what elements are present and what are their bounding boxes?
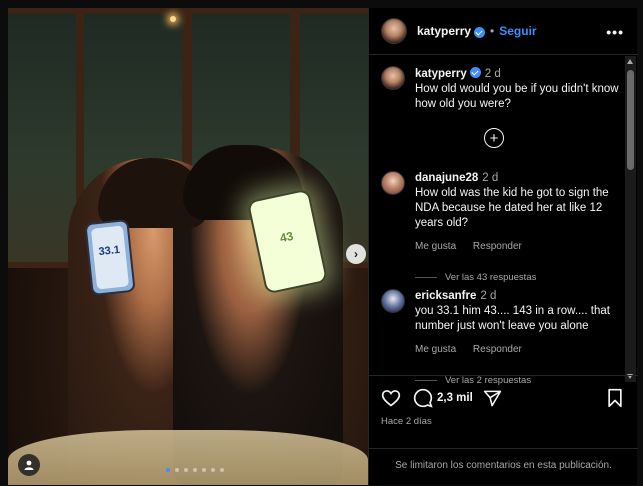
comment-icon[interactable] [413,388,433,408]
comment-text: you 33.1 him 43.... 143 in a row.... tha… [415,305,610,332]
heart-icon[interactable] [381,388,401,408]
carousel-dot[interactable] [184,468,188,472]
scroll-up-arrow[interactable] [627,59,633,64]
comment-username[interactable]: katyperry [415,68,467,80]
carousel-dot[interactable] [175,468,179,472]
share-icon[interactable] [483,389,502,408]
next-photo-button[interactable]: › [346,244,366,264]
caption: katyperry 2 d How old would you be if you… [381,66,621,112]
comment-text: How old was the kid he got to sign the N… [415,187,609,229]
post-panel: katyperry • Seguir ••• katyperry 2 d How … [368,8,638,485]
comment-username[interactable]: danajune28 [415,172,478,184]
comments-limited-notice: Se limitaron los comentarios en esta pub… [369,448,638,471]
more-icon[interactable]: ••• [606,24,624,40]
table [8,430,368,485]
user-tag-button[interactable] [18,454,40,476]
post-header: katyperry • Seguir ••• [369,8,638,55]
verified-icon [469,67,481,78]
comment: ericksanfre 2 d you 33.1 him 43.... 143 i… [381,289,621,386]
avatar[interactable] [381,289,405,313]
action-bar: 2,3 mil Hace 2 días [369,375,638,455]
comment-username[interactable]: ericksanfre [415,290,476,302]
view-replies-label: Ver las 43 respuestas [445,272,537,283]
scroll-thumb[interactable] [627,70,634,170]
verified-icon [474,26,486,38]
add-circle-icon[interactable]: + [484,128,504,148]
phone-right-value: 43 [278,228,295,246]
avatar[interactable] [381,18,407,44]
comment: danajune28 2 d How old was the kid he got… [381,171,621,285]
view-replies-button[interactable]: Ver las 43 respuestas [415,270,621,285]
comments-list: katyperry 2 d How old would you be if you… [369,56,625,386]
lamp [170,16,176,22]
carousel-dots [166,468,224,472]
carousel-dot[interactable] [202,468,206,472]
comment-count: 2,3 mil [437,392,473,404]
caption-text: How old would you be if you didn't know … [415,83,619,110]
author-username[interactable]: katyperry [417,24,471,38]
phone-left: 33.1 [84,218,136,297]
separator: • [490,24,495,38]
scrollbar[interactable] [625,56,636,382]
reply-button[interactable]: Responder [473,344,522,355]
like-comment-button[interactable]: Me gusta [415,344,456,355]
reply-button[interactable]: Responder [473,241,522,252]
comment-time: 2 d [484,68,501,80]
carousel-dot[interactable] [166,468,170,472]
comment-time: 2 d [480,290,497,302]
bookmark-icon[interactable] [606,388,624,408]
avatar[interactable] [381,171,405,195]
like-comment-button[interactable]: Me gusta [415,241,456,252]
comment-time: 2 d [482,172,499,184]
post-time: Hace 2 días [381,416,432,427]
chevron-right-icon: › [354,247,358,261]
carousel-dot[interactable] [220,468,224,472]
follow-button[interactable]: Seguir [499,24,536,38]
post-photo[interactable]: 33.1 43 › [8,8,368,485]
avatar[interactable] [381,66,405,90]
carousel-dot[interactable] [211,468,215,472]
carousel-dot[interactable] [193,468,197,472]
user-tag-icon [24,460,34,470]
